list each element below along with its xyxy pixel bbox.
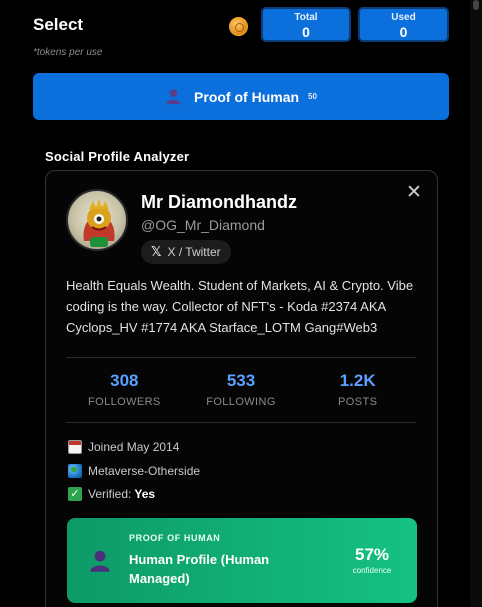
divider <box>66 357 416 358</box>
divider <box>66 422 416 423</box>
posts-count: 1.2K <box>339 371 376 390</box>
verified-label: Verified: <box>88 487 132 501</box>
person-icon <box>166 89 181 105</box>
tokens-note: *tokens per use <box>33 47 103 58</box>
check-icon: ✓ <box>68 487 82 501</box>
analyzer-heading: Social Profile Analyzer <box>45 149 190 164</box>
scrollbar-thumb[interactable] <box>473 0 479 10</box>
proof-of-human-label: Proof of Human <box>194 88 300 105</box>
proof-of-human-cost: 50 <box>308 92 317 101</box>
joined-text: Joined May 2014 <box>88 440 180 454</box>
profile-handle: @OG_Mr_Diamond <box>141 217 265 233</box>
avatar <box>66 189 128 251</box>
followers-count: 308 <box>110 371 139 390</box>
joined-row: Joined May 2014 <box>68 440 179 454</box>
profile-name: Mr Diamondhandz <box>141 192 297 212</box>
used-tokens-box: Used 0 <box>358 7 449 42</box>
followers-label: FOLLOWERS <box>88 396 161 408</box>
total-value: 0 <box>302 24 310 40</box>
proof-of-human-result: PROOF OF HUMAN Human Profile (Human Mana… <box>67 518 417 603</box>
coin-icon <box>229 17 248 36</box>
proof-of-human-button[interactable]: Proof of Human 50 <box>33 73 449 120</box>
confidence-label: confidence <box>352 566 392 575</box>
select-title: Select <box>33 15 84 34</box>
posts-label: POSTS <box>338 396 378 408</box>
following-label: FOLLOWING <box>206 396 276 408</box>
result-kicker: PROOF OF HUMAN <box>129 533 221 543</box>
used-value: 0 <box>399 24 408 40</box>
verified-row: ✓ Verified: Yes <box>68 487 155 501</box>
scrollbar[interactable] <box>470 0 482 607</box>
used-label: Used <box>391 12 416 23</box>
total-label: Total <box>294 12 318 23</box>
calendar-icon <box>68 440 82 454</box>
platform-label: X / Twitter <box>167 245 221 259</box>
profile-stats: 308 FOLLOWERS 533 FOLLOWING 1.2K POSTS <box>66 371 416 408</box>
total-tokens-box: Total 0 <box>261 7 351 42</box>
app-root: Select *tokens per use Total 0 Used 0 Pr… <box>0 0 482 607</box>
globe-icon <box>68 464 82 478</box>
profile-bio: Health Equals Wealth. Student of Markets… <box>66 278 414 335</box>
person-icon <box>90 550 110 572</box>
profile-card: Mr Diamondhandz @OG_Mr_Diamond 𝕏 X / Twi… <box>45 170 438 607</box>
followers-stat: 308 FOLLOWERS <box>66 371 183 408</box>
confidence-value: 57% <box>354 545 390 564</box>
location-text: Metaverse-Otherside <box>88 464 201 478</box>
close-button[interactable]: ✕ <box>404 183 424 203</box>
result-text: Human Profile (Human Managed) <box>129 552 270 586</box>
location-row: Metaverse-Otherside <box>68 464 200 478</box>
platform-chip: 𝕏 X / Twitter <box>141 240 231 264</box>
x-logo-icon: 𝕏 <box>151 244 162 259</box>
following-count: 533 <box>226 371 256 390</box>
posts-stat: 1.2K POSTS <box>299 371 416 408</box>
following-stat: 533 FOLLOWING <box>183 371 300 408</box>
verified-value: Yes <box>134 487 156 501</box>
